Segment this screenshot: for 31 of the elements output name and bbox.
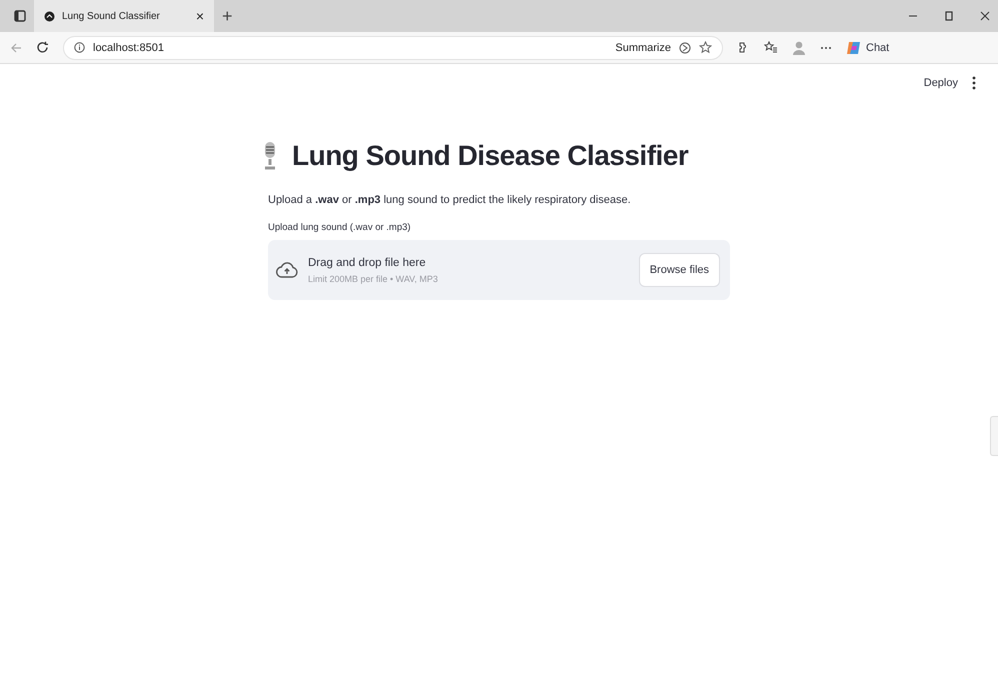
browse-files-button[interactable]: Browse files	[638, 253, 720, 287]
browser-tab[interactable]: Lung Sound Classifier ×	[34, 0, 214, 32]
uploader-label: Upload lung sound (.wav or .mp3)	[268, 222, 412, 233]
star-icon[interactable]	[699, 41, 712, 54]
close-tab-button[interactable]: ×	[196, 8, 204, 24]
summarize-button[interactable]: Summarize	[615, 42, 671, 54]
more-icon[interactable]	[820, 46, 832, 50]
dropzone-limit: Limit 200MB per file • WAV, MP3	[308, 274, 438, 284]
copilot-icon[interactable]	[846, 40, 862, 56]
deploy-button[interactable]: Deploy	[924, 77, 958, 89]
new-tab-button[interactable]: +	[222, 6, 233, 26]
close-icon[interactable]	[980, 11, 990, 21]
tab-actions-icon[interactable]	[14, 10, 26, 22]
url-text: localhost:8501	[93, 42, 164, 54]
maximize-icon[interactable]	[944, 11, 954, 21]
microphone-icon	[262, 141, 278, 171]
favorites-icon[interactable]	[764, 41, 778, 54]
dropzone-prompt: Drag and drop file here	[308, 256, 427, 268]
copilot-button[interactable]: Chat	[866, 42, 890, 54]
cloud-upload-icon	[276, 261, 298, 279]
menu-icon[interactable]	[972, 76, 976, 90]
side-panel-handle[interactable]	[990, 416, 998, 456]
tab-title: Lung Sound Classifier	[62, 10, 160, 22]
page-title: Lung Sound Disease Classifier	[292, 140, 688, 172]
intro-text: Upload a .wav or .mp3 lung sound to predict the likely respiratory disease.	[268, 194, 632, 206]
address-bar[interactable]: localhost:8501 Summarize	[63, 36, 723, 60]
refresh-icon[interactable]	[36, 41, 49, 54]
file-dropzone[interactable]: Drag and drop file here Limit 200MB per file • WAV, MP3 Browse files	[268, 240, 730, 300]
site-icon	[44, 10, 55, 22]
info-icon[interactable]	[74, 42, 85, 53]
summarize-icon[interactable]	[679, 42, 691, 54]
